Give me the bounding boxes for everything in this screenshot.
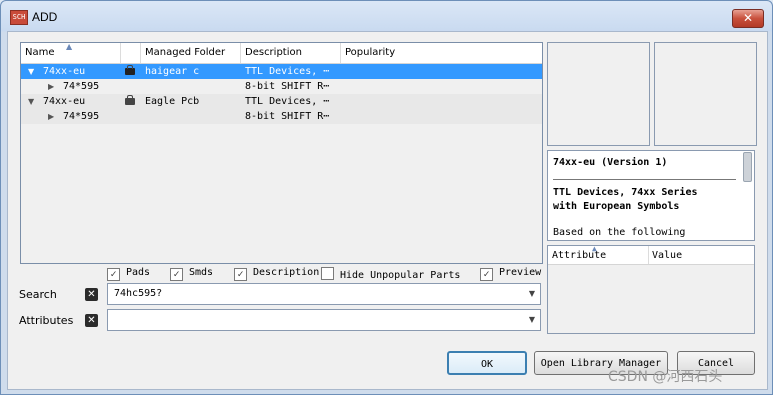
tree-row[interactable]: ▼ 74xx-eu haigear c TTL Devices, ⋯ — [21, 64, 542, 79]
filter-preview[interactable]: ✓ Preview — [480, 267, 541, 281]
column-managed-folder[interactable]: Managed Folder — [141, 43, 241, 63]
description-text: Based on the following — [553, 227, 686, 238]
attributes-combobox[interactable]: ▼ — [107, 309, 541, 331]
library-tree[interactable]: Name ▲ Managed Folder Description Popula… — [20, 42, 543, 264]
column-description[interactable]: Description — [241, 43, 341, 63]
collapsed-arrow-icon[interactable]: ▶ — [48, 109, 54, 124]
close-button[interactable]: ✕ — [732, 9, 764, 28]
add-dialog: SCH ADD ✕ Name ▲ Managed Folder Descript… — [0, 0, 773, 395]
title-bar[interactable]: SCH ADD ✕ — [1, 1, 772, 31]
description-text: TTL Devices, 74xx Series — [553, 187, 698, 198]
dialog-body: Name ▲ Managed Folder Description Popula… — [7, 31, 768, 390]
column-name[interactable]: Name ▲ — [21, 42, 121, 63]
filter-hide-unpopular[interactable]: Hide Unpopular Parts — [321, 267, 460, 281]
filter-pads[interactable]: ✓ Pads — [107, 267, 150, 281]
clear-attributes-icon[interactable]: ✕ — [85, 314, 98, 327]
tree-header: Name ▲ Managed Folder Description Popula… — [21, 42, 542, 64]
lock-icon — [125, 65, 135, 75]
tree-row[interactable]: ▶ 74*595 8-bit SHIFT R⋯ — [21, 79, 542, 94]
app-icon: SCH — [10, 10, 28, 25]
divider — [553, 179, 736, 180]
checkbox-checked-icon[interactable]: ✓ — [480, 268, 493, 281]
attributes-table[interactable]: Attribute ▲ Value — [547, 244, 755, 334]
window-title: ADD — [32, 10, 58, 24]
expanded-arrow-icon[interactable]: ▼ — [28, 64, 34, 79]
dropdown-arrow-icon[interactable]: ▼ — [529, 315, 535, 324]
search-input[interactable]: 74hc595? — [114, 288, 162, 299]
checkbox-checked-icon[interactable]: ✓ — [107, 268, 120, 281]
description-panel: 74xx-eu (Version 1) TTL Devices, 74xx Se… — [547, 150, 755, 241]
column-lock[interactable] — [121, 43, 141, 63]
search-combobox[interactable]: 74hc595? ▼ — [107, 283, 541, 305]
expanded-arrow-icon[interactable]: ▼ — [28, 94, 34, 109]
column-popularity[interactable]: Popularity — [341, 43, 542, 63]
checkbox-checked-icon[interactable]: ✓ — [234, 268, 247, 281]
tree-row[interactable]: ▼ 74xx-eu Eagle Pcb TTL Devices, ⋯ — [21, 94, 542, 109]
filter-smds[interactable]: ✓ Smds — [170, 267, 213, 281]
checkbox-checked-icon[interactable]: ✓ — [170, 268, 183, 281]
watermark: CSDN @河西石头 — [608, 369, 723, 385]
filter-description[interactable]: ✓ Description — [234, 267, 319, 281]
attributes-header: Attribute ▲ Value — [548, 244, 754, 265]
clear-search-icon[interactable]: ✕ — [85, 288, 98, 301]
sort-ascending-icon: ▲ — [66, 42, 73, 51]
column-value[interactable]: Value — [648, 246, 682, 264]
column-attribute[interactable]: Attribute ▲ — [548, 244, 649, 264]
package-preview — [654, 42, 757, 146]
symbol-preview — [547, 42, 650, 146]
sort-ascending-icon: ▲ — [592, 244, 597, 253]
description-title: 74xx-eu (Version 1) — [553, 157, 668, 168]
scrollbar-thumb[interactable] — [743, 152, 752, 182]
description-text: with European Symbols — [553, 201, 680, 212]
collapsed-arrow-icon[interactable]: ▶ — [48, 79, 54, 94]
search-label: Search — [19, 288, 57, 301]
checkbox-unchecked-icon[interactable] — [321, 267, 334, 280]
dropdown-arrow-icon[interactable]: ▼ — [529, 289, 535, 298]
ok-button[interactable]: OK — [447, 351, 527, 375]
tree-row[interactable]: ▶ 74*595 8-bit SHIFT R⋯ — [21, 109, 542, 124]
lock-icon — [125, 95, 135, 105]
attributes-label: Attributes — [19, 314, 74, 327]
